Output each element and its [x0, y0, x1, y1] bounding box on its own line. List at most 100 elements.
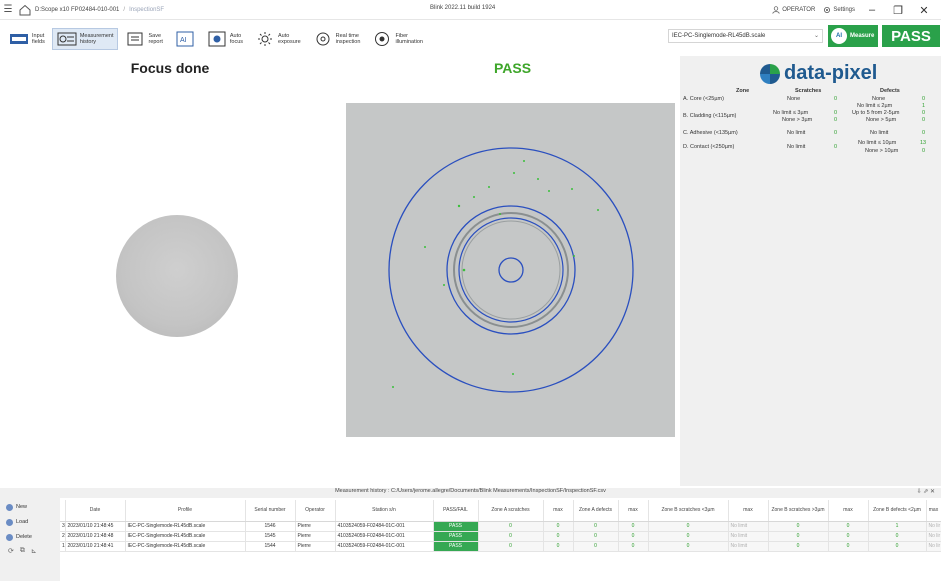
focus-icon — [207, 31, 227, 47]
measurement-history-button[interactable]: Measurement history — [51, 28, 119, 50]
copy-icon[interactable]: ⧉ — [20, 547, 25, 555]
zone-d-defect-rule-1: No limit ≤ 10µm — [858, 140, 897, 146]
col-header[interactable]: max — [828, 500, 869, 522]
col-header[interactable]: max — [618, 500, 649, 522]
scratches-header: Scratches — [795, 88, 822, 94]
settings-button[interactable]: Settings — [823, 6, 855, 14]
cell-station: 4103524059-F02484-01C-001 — [335, 531, 434, 542]
col-header[interactable]: Profile — [125, 500, 246, 522]
zone-d-name: D. Contact (<250µm) — [683, 144, 735, 150]
col-header[interactable]: max — [728, 500, 769, 522]
fiber-endface-image[interactable] — [346, 103, 675, 437]
col-header[interactable]: Serial number — [245, 500, 296, 522]
cell-value: 0 — [573, 521, 619, 532]
breadcrumb-leaf[interactable]: InspectionSF — [129, 7, 164, 13]
load-icon — [6, 518, 13, 526]
live-fiber-view[interactable] — [116, 215, 238, 337]
col-header[interactable]: Zone B scratches <3µm — [648, 500, 729, 522]
zone-c-defect-count: 0 — [922, 130, 926, 136]
app-build: Blink 2022.11 build 1924 — [430, 5, 496, 11]
cell-operator: Pierre — [295, 521, 336, 532]
history-panel-controls[interactable]: ⇩ ⇗ ✕ — [917, 488, 935, 495]
restore-icon[interactable]: ❐ — [889, 4, 907, 17]
load-button[interactable]: Load — [0, 516, 60, 528]
auto-exposure-label: Auto exposure — [278, 33, 301, 45]
delete-label: Delete — [16, 534, 32, 540]
col-header[interactable]: PASS/FAIL — [433, 500, 479, 522]
operator-button[interactable]: OPERATOR — [772, 6, 815, 14]
col-header[interactable]: Zone A scratches — [478, 500, 544, 522]
home-icon[interactable] — [18, 4, 32, 16]
col-header[interactable]: max — [543, 500, 574, 522]
close-icon[interactable]: ✕ — [915, 4, 933, 17]
cell-value: 0 — [648, 531, 729, 542]
data-pixel-logo: data-pixel — [759, 62, 877, 85]
cell-max: 0 — [828, 531, 869, 542]
col-header[interactable]: max — [926, 500, 941, 522]
cell-station: 4103524059-F02484-01C-001 — [335, 521, 434, 532]
measure-ai-icon: AI — [831, 28, 847, 44]
auto-focus-button[interactable]: Auto focus — [202, 28, 248, 50]
breadcrumb: D:Scope x10 FP02484-010-001/InspectionSF — [35, 6, 165, 13]
inspection-result: PASS — [493, 60, 532, 76]
table-row[interactable]: 3 2023/01/10 21:48:45 IEC-PC-Singlemode-… — [60, 521, 941, 532]
zone-b-scratch-count-1: 0 — [834, 110, 838, 116]
real-time-inspection-button[interactable]: Real time inspection — [308, 28, 366, 50]
col-header[interactable]: Date — [65, 500, 126, 522]
history-header-row: Date Profile Serial number Operator Stat… — [60, 500, 941, 522]
cell-serial: 1545 — [245, 531, 296, 542]
cell-max: No limit — [728, 521, 769, 532]
zone-header: Zone — [736, 88, 750, 94]
minimize-icon[interactable]: – — [863, 4, 881, 16]
cell-max: 0 — [618, 531, 649, 542]
cell-value: 0 — [648, 541, 729, 552]
zone-b-defect-rule-3: None > 5µm — [866, 117, 897, 123]
input-fields-button[interactable]: Input fields — [4, 28, 50, 50]
user-icon — [772, 6, 780, 14]
delete-button[interactable]: Delete — [0, 531, 60, 543]
fiber-illumination-button[interactable]: Fiber illumination — [367, 28, 428, 50]
cell-result: PASS — [433, 521, 479, 532]
cell-max: 0 — [828, 541, 869, 552]
profile-select[interactable]: IEC-PC-Singlemode-RL45dB.scale ⌄ — [668, 29, 823, 43]
illumination-icon — [372, 31, 392, 47]
cell-value: 0 — [478, 531, 544, 542]
ai-icon: AI — [175, 31, 195, 47]
history-actions: New Load Delete ⟳ ⧉ ⊾ — [0, 498, 60, 581]
cell-value: 0 — [768, 541, 829, 552]
save-report-button[interactable]: Save report — [120, 28, 167, 50]
auto-exposure-button[interactable]: Auto exposure — [250, 28, 306, 50]
zone-overlay — [388, 147, 634, 393]
gear-icon — [824, 7, 831, 13]
col-header[interactable]: Operator — [295, 500, 336, 522]
measure-button[interactable]: AI Measure — [828, 25, 878, 47]
breadcrumb-root[interactable]: D:Scope x10 FP02484-010-001 — [35, 7, 119, 13]
profile-select-value: IEC-PC-Singlemode-RL45dB.scale — [672, 33, 766, 39]
history-icon — [57, 31, 77, 47]
cell-serial: 1544 — [245, 541, 296, 552]
col-header[interactable]: Zone B scratches >3µm — [768, 500, 829, 522]
cell-max: 0 — [618, 541, 649, 552]
cell-station: 4103524059-F02484-01C-001 — [335, 541, 434, 552]
col-header[interactable]: Station s/n — [335, 500, 434, 522]
col-header[interactable]: Zone A defects — [573, 500, 619, 522]
cell-max: No lir — [926, 531, 941, 542]
zone-b-defect-rule-2: Up to 5 from 2-5µm — [852, 110, 900, 116]
table-row[interactable]: 1 2023/01/10 21:48:41 IEC-PC-Singlemode-… — [60, 541, 941, 552]
cell-max: 0 — [618, 521, 649, 532]
chart-icon[interactable]: ⊾ — [31, 547, 37, 555]
cell-date: 2023/01/10 21:48:41 — [65, 541, 126, 552]
zone-b-defect-count-2: 0 — [922, 110, 926, 116]
delete-icon — [6, 533, 13, 541]
measure-label: Measure — [850, 33, 875, 39]
save-report-icon — [125, 31, 145, 47]
col-header[interactable]: Zone B defects <2µm — [868, 500, 927, 522]
table-row[interactable]: 2 2023/01/10 21:48:48 IEC-PC-Singlemode-… — [60, 531, 941, 542]
zone-a-scratch-count: 0 — [834, 96, 838, 102]
cell-value: 0 — [868, 531, 927, 542]
hamburger-menu-icon[interactable]: ☰ — [0, 4, 16, 15]
sync-icon[interactable]: ⟳ — [8, 547, 14, 555]
cell-result: PASS — [433, 541, 479, 552]
ai-button[interactable]: AI — [170, 28, 200, 50]
new-button[interactable]: New — [0, 501, 60, 513]
